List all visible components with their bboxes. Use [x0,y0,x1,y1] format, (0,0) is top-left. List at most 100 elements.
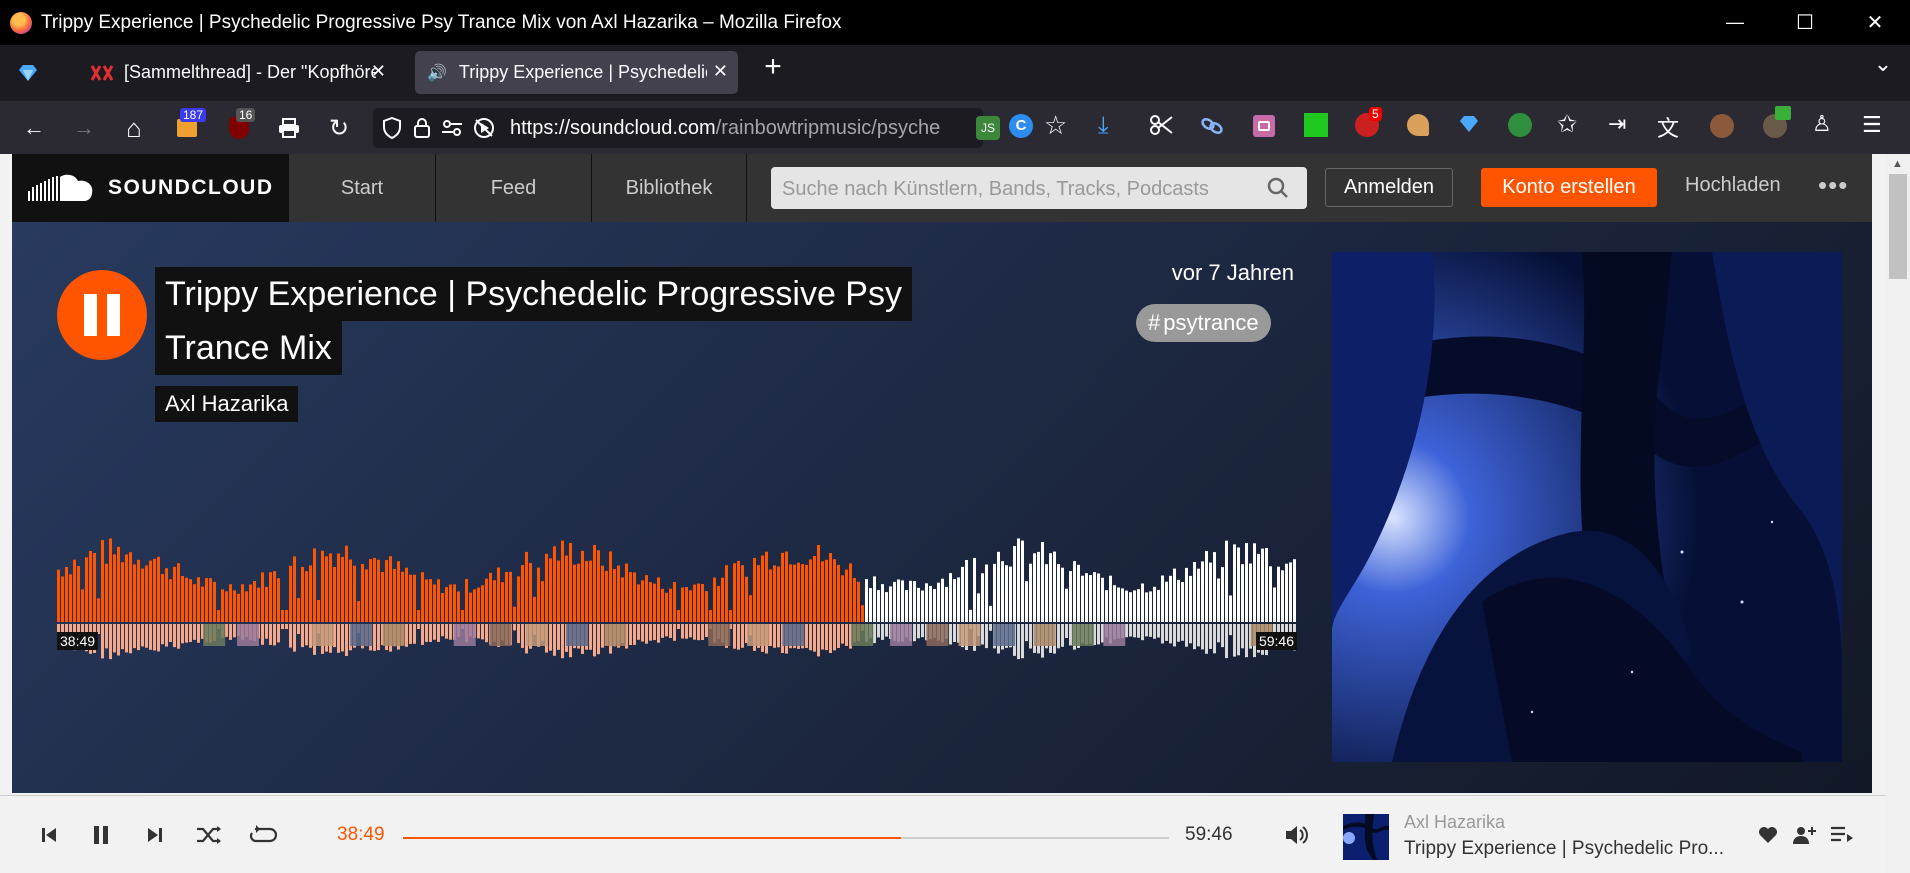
waveform-bar [497,567,500,622]
nav-bibliothek[interactable]: Bibliothek [592,154,747,222]
maximize-button[interactable]: ☐ [1770,0,1840,45]
autoplay-blocked-icon[interactable] [473,117,495,139]
soundcloud-logo[interactable]: SOUNDCLOUD [12,154,288,222]
waveform-reflection-bar [1181,624,1184,641]
waveform-bar [533,596,536,622]
tab-close-icon[interactable]: ✕ [713,61,728,82]
waveform-reflection-bar [1133,624,1136,638]
next-track-button[interactable] [139,819,171,851]
nav-feed[interactable]: Feed [436,154,592,222]
nav-start[interactable]: Start [288,154,436,222]
red-extension-icon[interactable]: 5 [1355,107,1382,137]
waveform-bar [233,590,236,622]
bookmark-star-icon[interactable]: ☆ [1044,110,1067,141]
green-square-icon[interactable] [1304,113,1328,137]
waveform-bar [833,559,836,622]
sign-in-icon[interactable]: ⇥ [1608,111,1626,137]
tab-sammelthread[interactable]: [Sammelthread] - Der "Kopfhöre ✕ [80,51,396,94]
pause-player-button[interactable] [85,819,117,851]
track-artist[interactable]: Axl Hazarika [155,386,299,422]
search-icon[interactable] [1267,177,1289,199]
close-window-button[interactable]: ✕ [1840,0,1910,45]
tab-close-icon[interactable]: ✕ [371,61,386,82]
player-artist[interactable]: Axl Hazarika [1404,812,1505,833]
scissors-icon[interactable] [1150,114,1174,136]
waveform-bar [829,553,832,622]
minimize-button[interactable]: — [1700,0,1770,45]
url-text[interactable]: https://soundcloud.com/rainbowtripmusic/… [510,117,970,140]
permissions-icon[interactable] [441,119,463,137]
list-all-tabs-button[interactable]: ⌄ [1868,51,1898,81]
more-options-button[interactable]: ••• [1818,170,1848,201]
waveform-reflection-bar [1225,624,1228,659]
player-track-title[interactable]: Trippy Experience | Psychedelic Pro... [1404,838,1734,860]
waveform-reflection-bar [1229,624,1232,636]
waveform-bar [941,578,944,622]
back-button[interactable]: ← [17,111,51,145]
pinned-tab[interactable] [8,51,48,94]
upload-link[interactable]: Hochladen [1685,174,1781,197]
waveform-bar [1053,551,1056,622]
waveform-bar [605,570,608,622]
ublock-button[interactable]: 16 [222,108,256,145]
downloads-icon[interactable]: ⤓ [1098,112,1109,140]
cookie-check-icon[interactable] [1763,106,1791,138]
link-icon[interactable] [1200,116,1224,136]
star-outline-icon[interactable]: ✩ [1557,110,1577,139]
tree-extension-icon[interactable] [1508,113,1532,137]
volume-button[interactable] [1281,819,1313,851]
waveform-bar [393,568,396,622]
waveform-reflection-bar [881,624,884,640]
pause-button[interactable] [57,270,147,360]
nodejs-icon[interactable]: JS [976,116,1000,140]
scrollbar-thumb[interactable] [1889,174,1907,279]
waveform-bar [981,573,984,622]
c-extension-icon[interactable]: C [1009,114,1033,138]
queue-button[interactable] [1826,819,1858,851]
waveform-reflection-bar [513,624,516,631]
player-artwork-thumbnail[interactable] [1343,814,1389,860]
scroll-up-icon[interactable]: ▲ [1892,158,1903,170]
home-button[interactable]: ⌂ [117,111,151,145]
print-icon [279,118,299,138]
comment-avatar [203,624,226,646]
lock-icon[interactable] [413,117,431,139]
waveform-reflection-bar [117,624,120,656]
cookie-icon[interactable] [1710,114,1734,138]
login-button[interactable]: Anmelden [1325,168,1453,207]
follow-button[interactable] [1789,819,1821,851]
page-scrollbar[interactable]: ▲ [1886,154,1910,873]
search-input[interactable]: Suche nach Künstlern, Bands, Tracks, Pod… [771,167,1307,209]
forward-button[interactable]: → [67,111,101,145]
waveform-reflection-bar [269,624,272,645]
waveform-bar [1069,571,1072,622]
tab-trippy-experience[interactable]: 🔊 Trippy Experience | Psychedelic | ✕ [415,51,738,94]
comment-avatar [566,624,589,646]
camera-icon[interactable] [1253,115,1275,137]
waveform-reflection-bar [825,624,828,651]
reload-button[interactable]: ↻ [322,111,356,145]
cookie-hand-icon[interactable] [1407,114,1429,136]
genre-tag[interactable]: # psytrance [1136,304,1271,342]
like-button[interactable] [1752,819,1784,851]
waveform-bar [905,590,908,622]
addon-187-button[interactable]: 187 [170,108,207,145]
repeat-button[interactable] [247,819,279,851]
waveform-bar [413,574,416,622]
url-bar[interactable]: https://soundcloud.com/rainbowtripmusic/… [373,108,1000,148]
diamond-extension-icon[interactable] [1458,114,1480,139]
waveform-reflection-bar [137,624,140,651]
shield-icon[interactable] [382,117,402,139]
account-icon[interactable]: ♙ [1812,111,1832,137]
waveform[interactable]: 38:49 59:46 [57,522,1297,672]
previous-track-button[interactable] [33,819,65,851]
create-account-button[interactable]: Konto erstellen [1481,168,1657,207]
menu-icon[interactable]: ☰ [1862,112,1882,138]
new-tab-button[interactable]: + [758,52,788,83]
player-progress-track[interactable] [403,837,1169,839]
waveform-bar [761,555,764,622]
print-button[interactable] [272,111,306,145]
translate-icon[interactable]: 文 [1657,111,1679,143]
shuffle-button[interactable] [193,819,225,851]
window-title: Trippy Experience | Psychedelic Progress… [41,11,842,33]
